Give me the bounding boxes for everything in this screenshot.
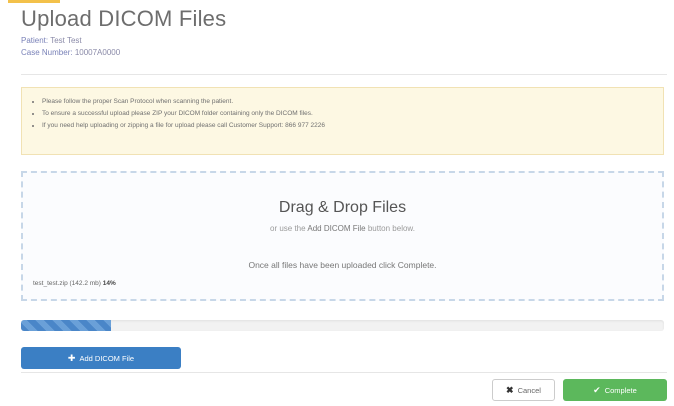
patient-value: Test Test [50,36,82,45]
complete-label: Complete [604,385,637,395]
top-accent-bar [8,0,60,3]
cancel-label: Cancel [517,385,541,395]
case-value: 10007A0000 [74,48,121,57]
case-label: Case Number: [21,48,73,57]
footer-divider [21,372,667,373]
add-dicom-file-button[interactable]: ✚ Add DICOM File [21,347,181,369]
add-dicom-file-label: Add DICOM File [79,353,135,363]
cancel-button[interactable]: ✖ Cancel [492,379,555,401]
file-dropzone[interactable]: Drag & Drop Files or use the Add DICOM F… [21,171,664,301]
case-info: Case Number: 10007A0000 [21,48,120,57]
upload-progress-fill [21,320,112,331]
file-name: test_test.zip [33,280,68,287]
close-icon: ✖ [506,384,514,395]
patient-label: Patient: [21,36,49,45]
instruction-item: If you need help uploading or zipping a … [42,122,663,130]
dropzone-sub-suffix: button below. [367,224,415,233]
instruction-item: To ensure a successful upload please ZIP… [42,110,663,118]
dropzone-title: Drag & Drop Files [278,199,407,216]
check-icon: ✔ [593,384,601,395]
uploading-file-status: test_test.zip (142.2 mb) 14% [33,280,116,287]
instruction-item: Please follow the proper Scan Protocol w… [42,98,663,106]
instructions-list: Please follow the proper Scan Protocol w… [32,98,663,130]
file-percent: 14% [102,280,116,287]
upload-progress-bar [21,320,664,331]
page-title: Upload DICOM Files [21,6,227,31]
header-divider [21,74,667,75]
file-size: (142.2 mb) [69,280,101,287]
instructions-alert: Please follow the proper Scan Protocol w… [21,87,664,155]
dropzone-sub-prefix: or use the [270,224,306,233]
patient-info: Patient: Test Test [21,36,82,45]
dropzone-subtitle: or use the Add DICOM File button below. [23,224,662,233]
dropzone-hint: Once all files have been uploaded click … [248,260,437,270]
complete-button[interactable]: ✔ Complete [563,379,667,401]
plus-circle-icon: ✚ [67,352,76,363]
dropzone-sub-button-ref: Add DICOM File [307,224,366,233]
